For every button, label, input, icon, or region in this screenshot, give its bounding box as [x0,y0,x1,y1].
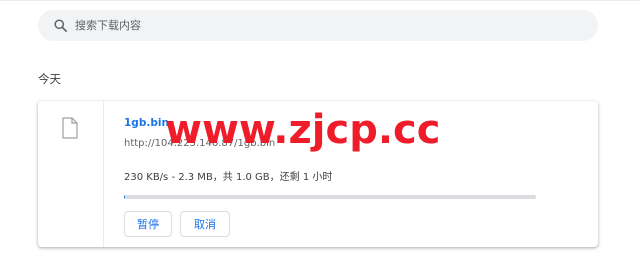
download-progress-fill [124,195,125,199]
date-section-title: 今天 [38,72,61,86]
search-bar[interactable] [38,10,598,41]
top-divider [0,0,640,1]
watermark-text: www.zjcp.cc [165,107,441,153]
file-icon [62,117,78,139]
file-name-link[interactable]: 1gb.bin [124,117,169,129]
file-icon-column [38,101,104,247]
download-status-text: 230 KB/s - 2.3 MB，共 1.0 GB，还剩 1 小时 [124,172,333,183]
search-input[interactable] [75,10,575,41]
cancel-button[interactable]: 取消 [180,211,230,237]
pause-button[interactable]: 暂停 [124,211,172,237]
download-progress-bar [124,195,536,199]
search-icon [54,19,67,32]
